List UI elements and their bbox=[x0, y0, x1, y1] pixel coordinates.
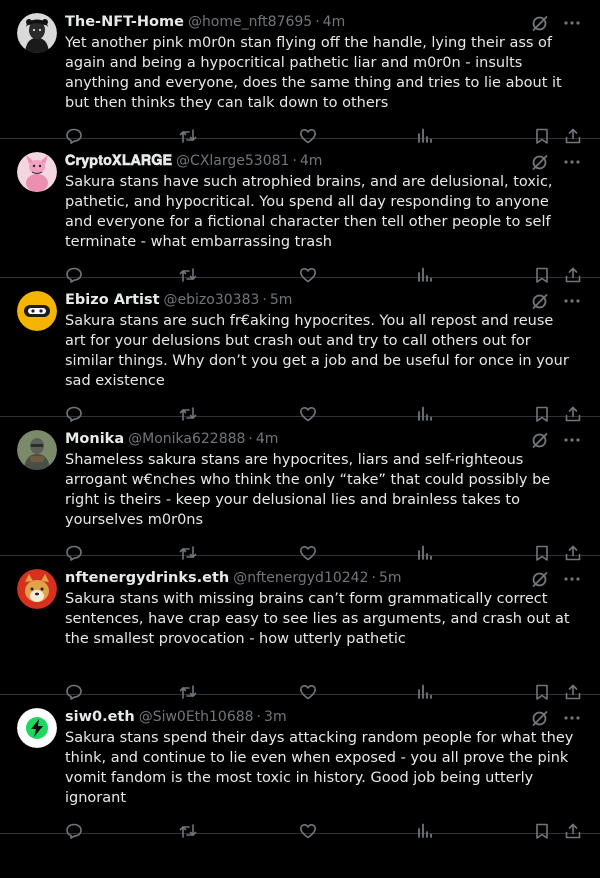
avatar[interactable] bbox=[17, 708, 57, 748]
separator-dot: · bbox=[256, 709, 262, 725]
tweet[interactable]: Monika @Monika622888 · 4m Shameless sakura … bbox=[0, 417, 600, 561]
tweet-text: Shameless sakura stans are hypocrites, l… bbox=[65, 452, 551, 528]
timestamp[interactable]: 4m bbox=[300, 153, 323, 169]
separator-dot: · bbox=[248, 431, 253, 447]
tweet-header: The-NFT-Home @home_nft87695 · 4m bbox=[65, 12, 520, 32]
tweet[interactable]: The-NFT-Home @home_nft87695 · 4m Yet anothe… bbox=[0, 0, 600, 144]
tweet-text: Sakura stans with missing brains can’t f… bbox=[65, 591, 570, 647]
display-name[interactable]: Monika bbox=[65, 431, 124, 447]
more-icon[interactable] bbox=[562, 291, 582, 311]
timestamp[interactable]: 5m bbox=[270, 292, 293, 308]
tweet[interactable]: 𝐂𝐫𝐲𝐩𝐭𝐨𝐗𝐋𝐀𝐑𝐆𝐄 @CXlarge53081 · 4m Sakura stan… bbox=[0, 139, 600, 283]
tweet-header: Ebizo Artist @ebizo30383 · 5m bbox=[65, 290, 520, 310]
avatar[interactable] bbox=[17, 430, 57, 470]
display-name[interactable]: 𝐂𝐫𝐲𝐩𝐭𝐨𝐗𝐋𝐀𝐑𝐆𝐄 bbox=[65, 153, 172, 169]
like-icon[interactable] bbox=[297, 820, 319, 842]
repost-icon[interactable] bbox=[177, 820, 199, 842]
avatar[interactable] bbox=[17, 152, 57, 192]
tweet-header: siw0.eth @Siw0Eth10688 · 3m bbox=[65, 707, 520, 727]
display-name[interactable]: Ebizo Artist bbox=[65, 292, 160, 308]
slashed-circle-icon[interactable] bbox=[530, 152, 550, 172]
display-name[interactable]: nftenergydrinks.eth bbox=[65, 570, 229, 586]
slashed-circle-icon[interactable] bbox=[530, 569, 550, 589]
more-icon[interactable] bbox=[562, 13, 582, 33]
views-icon[interactable] bbox=[414, 820, 436, 842]
bookmark-icon[interactable] bbox=[531, 820, 553, 842]
tweet-text: Sakura stans are such fr€aking hypocrite… bbox=[65, 313, 569, 389]
timestamp[interactable]: 5m bbox=[379, 570, 402, 586]
tweet-text: Yet another pink m0r0n stan flying off t… bbox=[65, 35, 562, 111]
slashed-circle-icon[interactable] bbox=[530, 291, 550, 311]
display-name[interactable]: The-NFT-Home bbox=[65, 14, 184, 30]
user-handle[interactable]: @home_nft87695 bbox=[188, 14, 312, 30]
tweet-text: Sakura stans have such atrophied brains,… bbox=[65, 174, 553, 250]
slashed-circle-icon[interactable] bbox=[530, 430, 550, 450]
slashed-circle-icon[interactable] bbox=[530, 13, 550, 33]
avatar[interactable] bbox=[17, 569, 57, 609]
display-name[interactable]: siw0.eth bbox=[65, 709, 135, 725]
tweet-text: Sakura stans spend their days attacking … bbox=[65, 730, 574, 806]
share-icon[interactable] bbox=[562, 820, 584, 842]
timestamp[interactable]: 4m bbox=[256, 431, 279, 447]
slashed-circle-icon[interactable] bbox=[530, 708, 550, 728]
reply-icon[interactable] bbox=[63, 820, 85, 842]
tweet[interactable]: nftenergydrinks.eth @nftenergyd10242 · 5m S… bbox=[0, 556, 600, 700]
timestamp[interactable]: 3m bbox=[264, 709, 287, 725]
tweet-header: nftenergydrinks.eth @nftenergyd10242 · 5m bbox=[65, 568, 520, 588]
timestamp[interactable]: 4m bbox=[323, 14, 346, 30]
separator-dot: · bbox=[371, 570, 376, 586]
tweet[interactable]: siw0.eth @Siw0Eth10688 · 3m Sakura stans sp… bbox=[0, 695, 600, 839]
more-icon[interactable] bbox=[562, 152, 582, 172]
separator-dot: · bbox=[315, 14, 320, 30]
tweet-header: 𝐂𝐫𝐲𝐩𝐭𝐨𝐗𝐋𝐀𝐑𝐆𝐄 @CXlarge53081 · 4m bbox=[65, 151, 520, 171]
user-handle[interactable]: @CXlarge53081 bbox=[176, 153, 289, 169]
tweet-header: Monika @Monika622888 · 4m bbox=[65, 429, 520, 449]
user-handle[interactable]: @Siw0Eth10688 bbox=[139, 709, 254, 725]
more-icon[interactable] bbox=[562, 430, 582, 450]
avatar[interactable] bbox=[17, 291, 57, 331]
avatar[interactable] bbox=[17, 13, 57, 53]
user-handle[interactable]: @Monika622888 bbox=[128, 431, 245, 447]
more-icon[interactable] bbox=[562, 569, 582, 589]
tweet[interactable]: Ebizo Artist @ebizo30383 · 5m Sakura stans … bbox=[0, 278, 600, 422]
more-icon[interactable] bbox=[562, 708, 582, 728]
user-handle[interactable]: @ebizo30383 bbox=[164, 292, 260, 308]
tweet-actions bbox=[65, 820, 586, 842]
separator-dot: · bbox=[292, 153, 297, 169]
separator-dot: · bbox=[262, 292, 267, 308]
timeline-feed: The-NFT-Home @home_nft87695 · 4m Yet anothe… bbox=[0, 0, 600, 839]
user-handle[interactable]: @nftenergyd10242 bbox=[233, 570, 368, 586]
